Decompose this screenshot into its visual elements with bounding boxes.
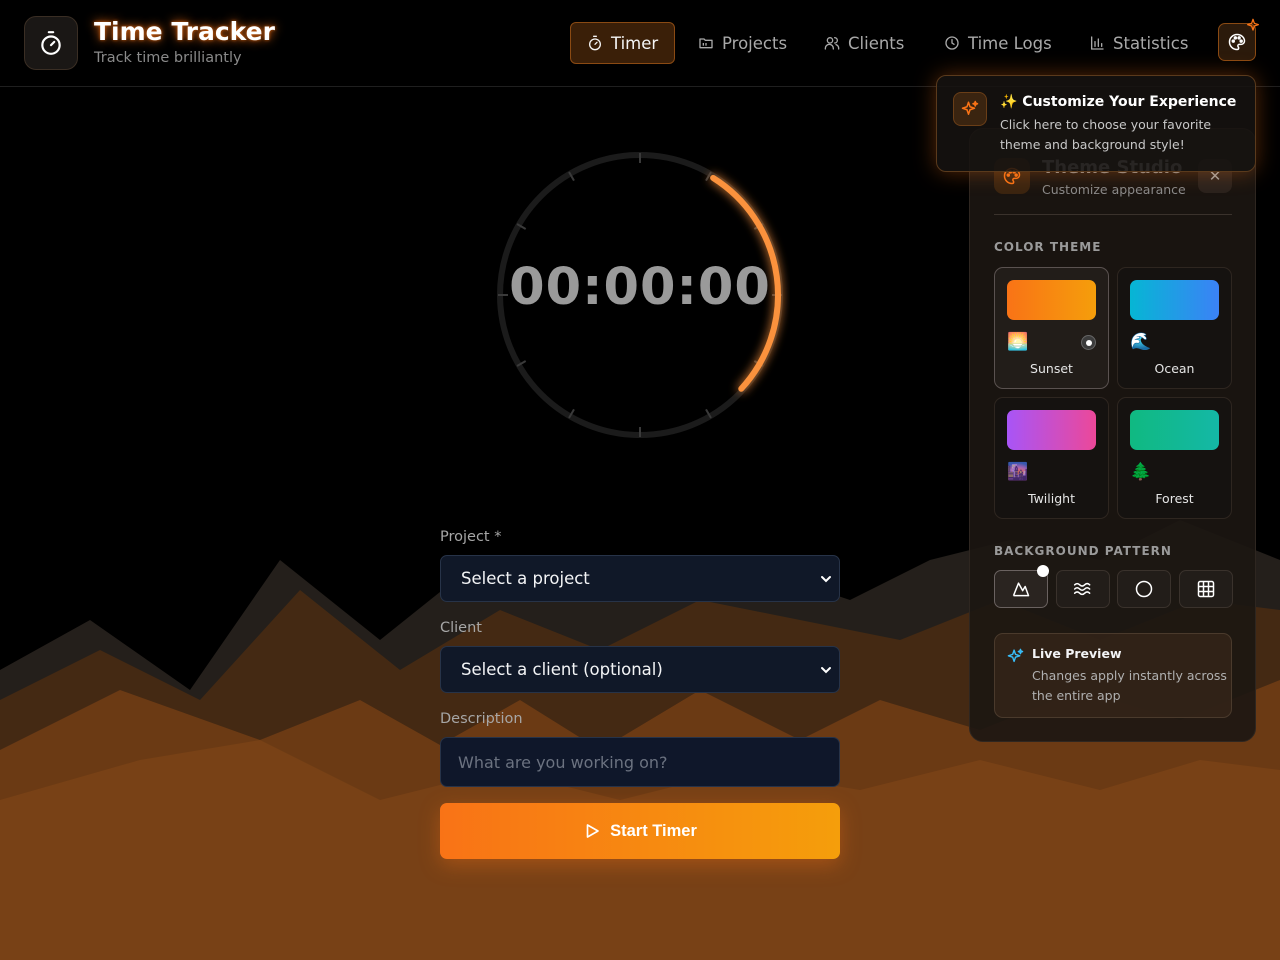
stopwatch-icon xyxy=(589,35,601,51)
client-select-value: Select a client (optional) xyxy=(461,660,663,679)
play-icon xyxy=(586,824,599,838)
app-title: Time Tracker xyxy=(94,17,275,46)
live-preview-box: Live Preview Changes apply instantly acr… xyxy=(994,633,1232,718)
theme-name: Sunset xyxy=(1030,361,1073,376)
folder-icon xyxy=(699,38,713,49)
theme-swatch xyxy=(1007,410,1096,450)
palette-icon xyxy=(1228,33,1246,51)
app-subtitle: Track time brilliantly xyxy=(94,50,242,66)
bar-chart-icon xyxy=(1091,36,1104,50)
waves-icon xyxy=(1073,582,1091,596)
live-preview-text: Changes apply instantly across the entir… xyxy=(1032,668,1227,703)
users-icon xyxy=(824,37,840,50)
chevron-down-icon xyxy=(821,576,831,583)
client-label: Client xyxy=(440,620,482,636)
theme-studio-button[interactable] xyxy=(1218,18,1259,61)
color-theme-heading: COLOR THEME xyxy=(994,240,1102,254)
theme-name: Ocean xyxy=(1154,361,1195,376)
theme-swatch xyxy=(1130,280,1219,320)
theme-studio-panel: Theme Studio Customize appearance ✕ COLO… xyxy=(969,128,1256,742)
project-label: Project * xyxy=(440,529,502,545)
sparkle-icon xyxy=(1007,648,1024,663)
start-timer-button[interactable]: Start Timer xyxy=(440,803,840,859)
stopwatch-icon xyxy=(41,31,61,55)
start-timer-label: Start Timer xyxy=(610,821,697,840)
theme-card-ocean[interactable]: 🌊 Ocean xyxy=(1117,267,1232,389)
pattern-grid-button[interactable] xyxy=(1179,570,1233,608)
clock-icon xyxy=(945,36,959,50)
background-pattern-heading: BACKGROUND PATTERN xyxy=(994,544,1172,558)
selected-indicator xyxy=(1037,565,1049,577)
pattern-waves-button[interactable] xyxy=(1056,570,1110,608)
selected-indicator xyxy=(1081,335,1096,350)
panel-subtitle: Customize appearance xyxy=(1042,182,1186,197)
description-label: Description xyxy=(440,711,523,727)
pattern-circle-button[interactable] xyxy=(1117,570,1171,608)
theme-name: Forest xyxy=(1155,491,1194,506)
tree-icon: 🌲 xyxy=(1130,462,1152,482)
grid-icon xyxy=(1197,580,1215,598)
theme-name: Twilight xyxy=(1028,491,1075,506)
pattern-mountains-button[interactable] xyxy=(994,565,1049,608)
circle-icon xyxy=(1135,580,1153,598)
cityscape-icon: 🌆 xyxy=(1007,462,1029,482)
chevron-down-icon xyxy=(821,667,831,674)
theme-swatch xyxy=(1007,280,1096,320)
nav-tab-label: Time Logs xyxy=(968,33,1052,53)
nav-tab-label: Statistics xyxy=(1113,33,1189,53)
nav-tab-clients[interactable]: Clients xyxy=(808,22,920,64)
panel-divider xyxy=(994,214,1232,215)
sunrise-icon: 🌅 xyxy=(1007,332,1029,352)
app-logo xyxy=(24,16,78,70)
customize-tooltip: ✨ Customize Your Experience Click here t… xyxy=(936,75,1256,172)
client-select[interactable]: Select a client (optional) xyxy=(440,646,840,693)
nav-tab-label: Timer xyxy=(611,33,659,53)
nav-tab-statistics[interactable]: Statistics xyxy=(1073,22,1204,64)
nav-tab-timer[interactable]: Timer xyxy=(570,22,676,64)
wave-icon: 🌊 xyxy=(1130,332,1152,352)
description-input[interactable] xyxy=(440,737,840,787)
sparkle-icon xyxy=(1247,18,1259,31)
tooltip-title: ✨ Customize Your Experience xyxy=(1000,94,1237,110)
project-select-value: Select a project xyxy=(461,569,590,588)
sparkle-icon xyxy=(961,100,979,115)
theme-card-sunset[interactable]: 🌅 Sunset xyxy=(994,267,1109,389)
mountain-icon xyxy=(1012,582,1030,597)
live-preview-title: Live Preview xyxy=(1032,646,1122,661)
project-select[interactable]: Select a project xyxy=(440,555,840,602)
tooltip-text: Click here to choose your favorite theme… xyxy=(1000,117,1212,152)
timer-display: 00:00:00 xyxy=(509,258,771,317)
nav-tab-label: Projects xyxy=(722,33,788,53)
theme-card-forest[interactable]: 🌲 Forest xyxy=(1117,397,1232,519)
theme-card-twilight[interactable]: 🌆 Twilight xyxy=(994,397,1109,519)
theme-swatch xyxy=(1130,410,1219,450)
nav-tab-label: Clients xyxy=(848,33,905,53)
nav-tab-projects[interactable]: Projects xyxy=(682,22,803,64)
tooltip-icon-box xyxy=(953,92,987,126)
app-header: Time Tracker Track time brilliantly Time… xyxy=(0,0,1280,87)
nav-tab-time-logs[interactable]: Time Logs xyxy=(928,22,1068,64)
